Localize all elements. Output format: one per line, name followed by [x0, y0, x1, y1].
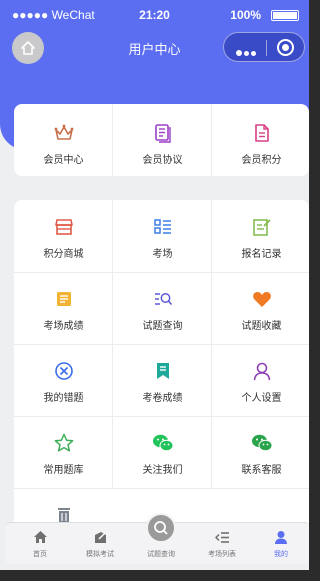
- menu-item-paper-scores[interactable]: 考卷成绩: [113, 360, 212, 404]
- nav-bar: 用户中心: [0, 32, 309, 64]
- bottom-tab-bar: 首页 模拟考试 试题查询 考场列表 我的: [6, 513, 309, 565]
- heart-icon: [251, 288, 273, 310]
- menu-item-my-mistakes[interactable]: 我的错题: [14, 360, 113, 404]
- menu-item-follow-us[interactable]: 关注我们: [113, 432, 212, 476]
- menu-item-label: 我的错题: [43, 393, 84, 404]
- list-arrow-icon: [214, 529, 230, 545]
- menu-item-question-favorites[interactable]: 试题收藏: [212, 288, 309, 332]
- menu-item-label: 常用题库: [43, 465, 84, 476]
- divider: [14, 272, 309, 273]
- person-icon: [273, 529, 289, 545]
- document-icon: [152, 122, 174, 144]
- menu-item-label: 考卷成绩: [142, 393, 183, 404]
- menu-item-label: 个人设置: [241, 393, 282, 404]
- menu-item-registration-record[interactable]: 报名记录: [212, 216, 309, 260]
- tab-label: 模拟考试: [86, 551, 114, 558]
- tab-label: 我的: [274, 551, 288, 558]
- menu-item-points-mall[interactable]: 积分商城: [14, 216, 113, 260]
- user-icon: [251, 360, 273, 382]
- menu-item-question-search[interactable]: 试题查询: [113, 288, 212, 332]
- menu-item-common-question-bank[interactable]: 常用题库: [14, 432, 113, 476]
- member-card: 会员中心 会员协议 会员积分: [14, 104, 309, 176]
- status-bar: ●●●●● WeChat 21:20 100%: [0, 8, 309, 26]
- menu-item-label: 考场成绩: [43, 321, 84, 332]
- menu-item-member-points[interactable]: 会员积分: [212, 122, 309, 166]
- menu-item-label: 关注我们: [142, 465, 183, 476]
- tab-exam-room-list[interactable]: 考场列表: [192, 523, 252, 565]
- menu-item-label: 联系客服: [241, 465, 282, 476]
- more-menu-button[interactable]: [236, 43, 258, 61]
- wechat-icon: [152, 432, 174, 454]
- close-miniprogram-button[interactable]: [277, 39, 294, 56]
- wechat-service-icon: [251, 432, 273, 454]
- tab-label: 首页: [33, 551, 47, 558]
- tab-label: 考场列表: [208, 551, 236, 558]
- phone-screen: ●●●●● WeChat 21:20 100% 用户中心 会员中心 会员协议 会…: [0, 0, 309, 570]
- menu-item-member-center[interactable]: 会员中心: [14, 122, 113, 166]
- tab-mine[interactable]: 我的: [251, 523, 309, 565]
- tab-mock-exam[interactable]: 模拟考试: [70, 523, 130, 565]
- tab-home[interactable]: 首页: [10, 523, 70, 565]
- miniprogram-capsule: [223, 32, 305, 62]
- menu-item-label: 积分商城: [43, 249, 84, 260]
- menu-item-label: 会员中心: [43, 155, 84, 166]
- function-grid: 积分商城 考场 报名记录 考场成绩 试题查询 试题收藏 我的错题 考卷成绩 个人…: [14, 200, 309, 530]
- menu-item-exam-scores[interactable]: 考场成绩: [14, 288, 113, 332]
- menu-item-personal-settings[interactable]: 个人设置: [212, 360, 309, 404]
- tab-question-search[interactable]: 试题查询: [131, 523, 191, 565]
- exam-icon: [92, 529, 108, 545]
- menu-item-label: 报名记录: [241, 249, 282, 260]
- score-card-icon: [53, 288, 75, 310]
- menu-item-label: 试题收藏: [241, 321, 282, 332]
- divider: [14, 344, 309, 345]
- list-icon: [152, 216, 174, 238]
- bookmark-icon: [152, 360, 174, 382]
- menu-item-label: 会员协议: [142, 155, 183, 166]
- error-circle-icon: [53, 360, 75, 382]
- menu-item-exam-room[interactable]: 考场: [113, 216, 212, 260]
- divider: [14, 488, 309, 489]
- menu-item-label: 考场: [152, 249, 173, 260]
- capsule-divider: [266, 40, 267, 56]
- menu-item-contact-service[interactable]: 联系客服: [212, 432, 309, 476]
- points-doc-icon: [251, 122, 273, 144]
- battery-icon: [271, 10, 299, 21]
- search-list-icon: [152, 288, 174, 310]
- edit-note-icon: [251, 216, 273, 238]
- star-icon: [53, 432, 75, 454]
- menu-item-member-agreement[interactable]: 会员协议: [113, 122, 212, 166]
- menu-item-label: 试题查询: [142, 321, 183, 332]
- battery-level: 100%: [230, 8, 261, 22]
- tab-label: 试题查询: [147, 551, 175, 558]
- menu-item-label: 会员积分: [241, 155, 282, 166]
- home-icon: [32, 529, 48, 545]
- crown-icon: [53, 122, 75, 144]
- store-icon: [53, 216, 75, 238]
- status-time: 21:20: [139, 8, 170, 22]
- divider: [14, 416, 309, 417]
